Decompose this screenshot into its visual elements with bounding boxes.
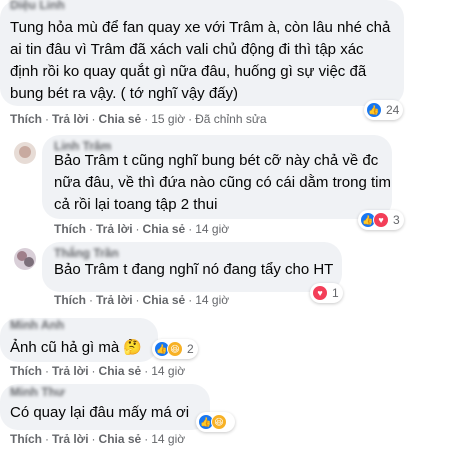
timestamp[interactable]: 14 giờ bbox=[151, 432, 185, 446]
avatar[interactable] bbox=[14, 248, 36, 270]
avatar[interactable] bbox=[14, 142, 36, 164]
share-button[interactable]: Chia sẻ bbox=[143, 293, 186, 307]
commenter-name[interactable]: Minh Thư bbox=[10, 385, 65, 399]
reply-button[interactable]: Trả lời bbox=[96, 293, 133, 307]
share-button[interactable]: Chia sẻ bbox=[99, 432, 142, 446]
commenter-name[interactable]: Diệu Linh bbox=[10, 0, 65, 12]
like-button[interactable]: Thích bbox=[54, 293, 86, 307]
comment-text: Bảo Trâm t đang nghĩ nó đang tẩy cho HT bbox=[54, 261, 334, 278]
haha-icon: 😆 bbox=[211, 414, 227, 430]
edited-label: Đã chỉnh sửa bbox=[195, 112, 267, 126]
reply-button[interactable]: Trả lời bbox=[52, 364, 89, 378]
reaction-summary[interactable]: 👍 ♥ 3 bbox=[358, 210, 404, 230]
comment-text: Có quay lại đâu mấy má ơi bbox=[10, 404, 190, 421]
timestamp[interactable]: 14 giờ bbox=[195, 293, 229, 307]
timestamp[interactable]: 14 giờ bbox=[195, 222, 229, 236]
reply-button[interactable]: Trả lời bbox=[52, 432, 89, 446]
comment-actions: Thích · Trả lời · Chia sẻ · 14 giờ bbox=[54, 293, 230, 307]
comment-actions: Thích · Trả lời · Chia sẻ · 14 giờ bbox=[10, 364, 186, 378]
like-button[interactable]: Thích bbox=[10, 112, 42, 126]
love-icon: ♥ bbox=[312, 285, 328, 301]
commenter-name[interactable]: Minh Anh bbox=[10, 318, 64, 332]
share-button[interactable]: Chia sẻ bbox=[143, 222, 186, 236]
reaction-count: 1 bbox=[332, 286, 339, 300]
like-button[interactable]: Thích bbox=[10, 364, 42, 378]
reaction-count: 2 bbox=[187, 342, 194, 356]
comment-text: Ảnh cũ hả gì mà 🤔 bbox=[10, 339, 143, 356]
share-button[interactable]: Chia sẻ bbox=[99, 112, 142, 126]
comment-actions: Thích · Trả lời · Chia sẻ · 14 giờ bbox=[10, 432, 186, 446]
comment-actions: Thích · Trả lời · Chia sẻ · 14 giờ bbox=[54, 222, 230, 236]
commenter-name[interactable]: Thắng Trần bbox=[54, 246, 119, 260]
reaction-summary[interactable]: 👍 😆 bbox=[196, 412, 235, 432]
comment-text: Bảo Trâm t cũng nghĩ bung bét cỡ này chả… bbox=[54, 152, 391, 213]
like-button[interactable]: Thích bbox=[54, 222, 86, 236]
reaction-summary[interactable]: 👍 😆 2 bbox=[152, 339, 198, 359]
reaction-summary[interactable]: ♥ 1 bbox=[310, 283, 343, 303]
reaction-count: 24 bbox=[386, 103, 400, 117]
comment-actions: Thích · Trả lời · Chia sẻ · 15 giờ · Đã chỉnh sử… bbox=[10, 112, 267, 126]
timestamp[interactable]: 15 giờ bbox=[151, 112, 185, 126]
reply-button[interactable]: Trả lời bbox=[96, 222, 133, 236]
reaction-summary[interactable]: 👍 24 bbox=[364, 100, 404, 120]
share-button[interactable]: Chia sẻ bbox=[99, 364, 142, 378]
like-icon: 👍 bbox=[366, 102, 382, 118]
reply-button[interactable]: Trả lời bbox=[52, 112, 89, 126]
like-button[interactable]: Thích bbox=[10, 432, 42, 446]
reaction-count: 3 bbox=[393, 213, 400, 227]
love-icon: ♥ bbox=[373, 212, 389, 228]
timestamp[interactable]: 14 giờ bbox=[151, 364, 185, 378]
haha-icon: 😆 bbox=[167, 341, 183, 357]
comment-text: Tung hỏa mù để fan quay xe với Trâm à, c… bbox=[10, 19, 391, 102]
